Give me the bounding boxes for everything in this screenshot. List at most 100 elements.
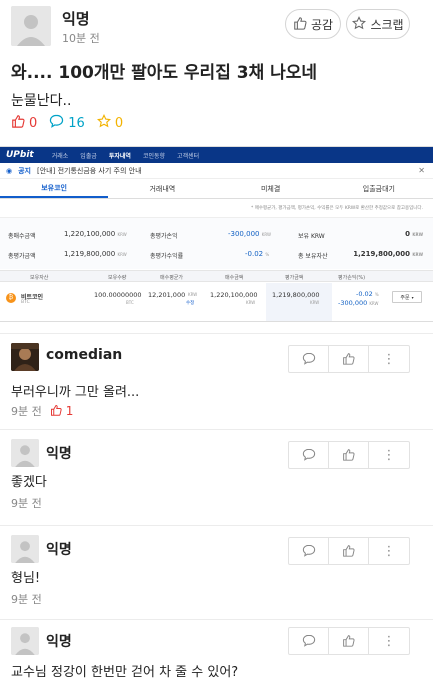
like-comment-button[interactable]: [329, 538, 369, 564]
upbit-notice: ◉ 공지 [안내] 전기통신금융 사기 주의 안내 ✕: [0, 163, 433, 179]
scrap-label: 스크랩: [370, 17, 404, 32]
summary-label: 총매수금액: [8, 233, 36, 240]
like-comment-button[interactable]: [329, 628, 369, 654]
megaphone-icon: ◉: [6, 166, 13, 175]
bitcoin-icon: ₿: [6, 293, 16, 303]
comment-item: 익명 ⋮ 교수님 정강이 한번만 걷어 차 줄 수 있어?: [0, 619, 433, 685]
commenter-avatar: [11, 627, 39, 655]
column-header: 평가금액: [285, 275, 304, 281]
comment-actions: ⋮: [288, 345, 410, 373]
commenter-avatar: [11, 535, 39, 563]
more-button[interactable]: ⋮: [369, 628, 409, 654]
speech-bubble-icon: [302, 350, 316, 369]
comment-text: 형님!: [11, 571, 41, 586]
qty-unit: BTC: [126, 300, 134, 305]
post-stats: 0 16 0: [11, 113, 124, 132]
eval-cell: [266, 283, 332, 321]
comment-count: 16: [68, 115, 85, 131]
chevron-down-icon: ▾: [411, 294, 414, 300]
like-post-button[interactable]: 공감: [285, 9, 341, 39]
tab-pending: 미체결: [260, 184, 281, 193]
summary-label: 보유 KRW: [298, 233, 325, 240]
comment-item: 익명 ⋮ 형님! 9분 전: [0, 525, 433, 621]
nav-item: 투자내역: [108, 152, 131, 160]
eval-amount: 1,219,800,000: [272, 291, 320, 299]
notice-tag: 공지: [18, 166, 31, 175]
post-author: 익명: [62, 10, 90, 28]
scrap-count: 0: [114, 115, 124, 131]
column-header: 보유수량: [108, 275, 127, 281]
comment-author: 익명: [46, 446, 72, 462]
buy-unit: KRW: [246, 300, 256, 305]
scrap-button[interactable]: 스크랩: [346, 9, 410, 39]
column-header: 매수금액: [225, 275, 244, 281]
column-header: 매수평균가: [160, 275, 184, 281]
summary-label: 총평가수익률: [150, 253, 184, 260]
summary-label: 총평가손익: [150, 233, 178, 240]
tab-deposit: 입출금대기: [362, 184, 395, 193]
comment-time: 9분 전: [11, 405, 42, 418]
post-title: 와.... 100개만 팔아도 우리집 3채 나오네: [11, 63, 318, 83]
commenter-avatar: [11, 343, 39, 371]
thumbs-up-icon: [50, 404, 62, 419]
thumbs-up-icon: [342, 350, 355, 369]
more-button[interactable]: ⋮: [369, 538, 409, 564]
upbit-tabs: 보유코인 거래내역 미체결 입출금대기: [0, 179, 433, 199]
reply-button[interactable]: [289, 538, 329, 564]
like-comment-button[interactable]: [329, 346, 369, 372]
star-icon: [352, 15, 367, 33]
pnl-amount: -300,000 KRW: [338, 299, 379, 307]
qty: 100.00000000: [94, 291, 142, 299]
avg-unit: KRW: [188, 292, 198, 297]
post-time: 10분 전: [62, 32, 100, 45]
comment-text: 교수님 정강이 한번만 걷어 차 줄 수 있어?: [11, 665, 239, 680]
speech-bubble-icon: [302, 446, 316, 465]
summary-value: -300,000 KRW: [228, 230, 271, 238]
order-button: 주문 ▾: [392, 291, 422, 303]
close-icon: ✕: [418, 166, 425, 175]
nav-item: 거래소: [51, 152, 69, 160]
thumbs-up-icon: [342, 632, 355, 651]
upbit-screenshot: UPbit 거래소 입출금 투자내역 코인동향 고객센터 ◉ 공지 [안내] 전…: [0, 146, 433, 322]
speech-bubble-icon: [302, 632, 316, 651]
comment-time: 9분 전: [11, 593, 42, 606]
summary-value: -0.02 %: [245, 250, 270, 258]
more-vertical-icon: ⋮: [382, 351, 396, 367]
thumbs-up-icon: [293, 16, 307, 33]
comment-time: 9분 전: [11, 497, 42, 510]
nav-item: 입출금: [80, 152, 97, 160]
comment-author: 익명: [46, 542, 72, 558]
reply-button[interactable]: [289, 442, 329, 468]
comment-actions: ⋮: [288, 537, 410, 565]
column-header: 평가손익(%): [338, 275, 366, 281]
avg-price: 12,201,000: [148, 291, 186, 299]
like-comment-button[interactable]: [329, 442, 369, 468]
star-icon: [96, 113, 111, 132]
post-body: 눈물난다..: [11, 93, 72, 109]
coin-ticker: BTC: [21, 300, 30, 305]
more-vertical-icon: ⋮: [382, 633, 396, 649]
commenter-avatar: [11, 439, 39, 467]
speech-bubble-icon: [302, 542, 316, 561]
comment-actions: ⋮: [288, 627, 410, 655]
nav-item: 고객센터: [177, 152, 200, 160]
eval-unit: KRW: [310, 300, 320, 305]
thumbs-up-icon: [342, 542, 355, 561]
holdings-table-header: 보유자산 보유수량 매수평균가 매수금액 평가금액 평가손익(%): [0, 270, 433, 282]
summary-value: 1,219,800,000 KRW: [353, 250, 423, 258]
comment-item: 익명 ⋮ 좋겠다 9분 전: [0, 429, 433, 525]
thumbs-up-icon: [342, 446, 355, 465]
summary-label: 총평가금액: [8, 253, 36, 260]
more-button[interactable]: ⋮: [369, 346, 409, 372]
like-label: 공감: [310, 17, 334, 32]
more-button[interactable]: ⋮: [369, 442, 409, 468]
footnote: * 매수평균가, 평가금액, 평가손익, 수익률은 모두 KRW로 환산한 추정…: [251, 206, 423, 211]
more-vertical-icon: ⋮: [382, 447, 396, 463]
comment-item: comedian ⋮ 부러우니까 그만 올려... 9분 전 1: [0, 333, 433, 429]
comment-actions: ⋮: [288, 441, 410, 469]
reply-button[interactable]: [289, 346, 329, 372]
reply-button[interactable]: [289, 628, 329, 654]
like-count: 0: [29, 115, 38, 131]
summary-grid: 총매수금액 1,220,100,000 KRW 총평가손익 -300,000 K…: [0, 217, 433, 269]
summary-value: 1,220,100,000 KRW: [64, 230, 127, 238]
